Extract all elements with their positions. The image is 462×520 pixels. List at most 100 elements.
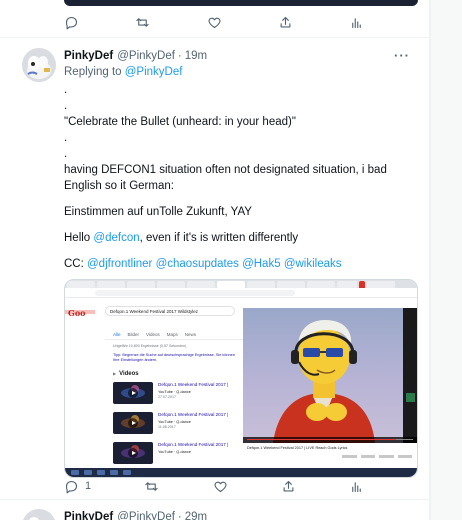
header-separator: · [177,50,182,62]
serp-tab: Videos [146,332,160,337]
video-title: Defqon.1 Weekend Festival 2017 | [158,412,229,417]
retweet-button[interactable] [144,476,159,496]
mention-link[interactable]: @chaosupdates [156,258,239,270]
retweet-icon [136,17,149,27]
video-thumbnail [113,382,153,404]
browser-tab-strip [65,280,417,288]
serp-tab: Bilder [127,332,140,337]
like-icon [207,17,221,28]
video-date: 11.08.2017 [158,425,176,429]
video-result: Defqon.1 Weekend Festival 2017 | YouTube… [113,412,241,436]
text-line: . [64,84,68,96]
video-result: Defqon.1 Weekend Festival 2017 | YouTube… [113,442,241,466]
user-handle[interactable]: @PinkyDef [117,48,175,64]
mention-link[interactable]: @wikileaks [284,258,342,270]
play-icon [128,418,138,428]
serp-tab: News [184,332,196,337]
tweet-timestamp[interactable]: 19m [185,48,207,64]
search-tip: Tipp: Begrenze die Suche auf deutschspra… [113,353,235,362]
text-fragment: Hello [64,232,94,244]
like-button[interactable] [213,476,228,496]
player-info: Defqon.1 Weekend Festival 2017 | LIVE Re… [243,443,417,470]
avatar-image [22,48,56,82]
right-sidebar-gutter [430,0,462,520]
reply-button[interactable]: 1 [64,476,91,496]
text-line: Einstimmen auf unTolle Zukunft, YAY [64,206,252,218]
replying-to: Replying to @PinkyDef [64,64,420,80]
share-button[interactable] [278,12,293,32]
reply-icon [65,480,78,493]
video-source: YouTube · Q-dance [158,390,191,394]
tweet-media-image[interactable]: Goo Defqon.1 Weekend Festival 2017 Wilds… [64,279,418,478]
video-thumbnail [113,442,153,464]
analytics-button[interactable] [349,476,364,496]
analytics-icon [352,17,361,28]
reply-count: 1 [85,480,92,492]
play-icon [128,448,138,458]
mention-link[interactable]: @Hak5 [242,258,281,270]
avatar[interactable] [22,509,56,520]
video-title: Defqon.1 Weekend Festival 2017 | [158,442,229,447]
text-line: "Celebrate the Bullet (unheard: in your … [64,116,296,128]
text-line: CC: @djfrontliner @chaosupdates @Hak5 @w… [64,256,420,272]
result-stats: Ungefähr 10.800 Ergebnisse (0,57 Sekunde… [113,344,187,348]
serp-tab: Alle [113,332,121,337]
search-query-box: Defqon.1 Weekend Festival 2017 Wildstyle… [105,306,235,316]
avatar-image [22,509,56,520]
like-button[interactable] [207,12,222,32]
text-line: . [64,148,68,160]
text-line: . [64,100,68,112]
reply-icon [65,16,78,29]
text-line: having DEFCON1 situation often not desig… [64,164,387,192]
player-caption: Defqon.1 Weekend Festival 2017 | LIVE Re… [247,446,348,450]
search-logo: Goo [68,308,86,318]
text-line: . [64,132,68,144]
tweet-actions: 1 [64,476,364,496]
mention-link[interactable]: @defcon [93,232,139,244]
tweet[interactable]: PinkyDef @PinkyDef · 19m ··· Replying to… [0,38,429,500]
share-icon [283,480,294,491]
share-icon [280,16,291,27]
retweet-button[interactable] [135,12,150,32]
player-progress [247,439,397,440]
mention-link[interactable]: @djfrontliner [87,258,152,270]
video-player [243,308,417,443]
video-result: Defqon.1 Weekend Festival 2017 | YouTube… [113,382,241,406]
like-icon [214,481,227,492]
retweet-icon [145,481,159,491]
tweet-header: PinkyDef @PinkyDef · 29m [64,509,207,520]
previous-tweet-media[interactable] [64,0,418,6]
more-options-button[interactable]: ··· [394,48,410,63]
display-name[interactable]: PinkyDef [64,509,113,520]
avatar[interactable] [22,48,56,82]
analytics-icon [352,481,361,492]
replying-to-handle[interactable]: @PinkyDef [125,66,183,78]
analytics-button[interactable] [349,12,364,32]
browser-address-bar [65,288,417,298]
tweet-timestamp[interactable]: 29m [185,509,207,520]
play-icon [128,388,138,398]
replying-to-label: Replying to [64,66,122,78]
reply-button[interactable] [64,12,79,32]
tweet-body: PinkyDef @PinkyDef · 19m ··· Replying to… [64,48,420,478]
text-fragment: , even if it's is written differently [139,232,299,244]
timeline-column: PinkyDef @PinkyDef · 19m ··· Replying to… [0,0,430,520]
header-separator: · [177,511,182,520]
share-button[interactable] [281,476,296,496]
search-results-pane: Goo Defqon.1 Weekend Festival 2017 Wilds… [65,298,243,470]
video-source: YouTube · Q-dance [158,420,191,424]
serp-tab: Maps [166,332,178,337]
video-thumbnail [113,412,153,434]
tweet-header: PinkyDef @PinkyDef · 19m [64,48,420,64]
video-date: 27.07.2017 [158,395,176,399]
text-line: Hello @defcon, even if it's is written d… [64,230,420,246]
previous-tweet [0,0,429,38]
video-title: Defqon.1 Weekend Festival 2017 | [158,382,229,387]
next-tweet[interactable]: PinkyDef @PinkyDef · 29m [0,500,429,520]
cartoon-character-frame [273,320,375,443]
tweet-text: . . "Celebrate the Bullet (unheard: in y… [64,82,420,272]
text-fragment: CC: [64,258,87,270]
user-handle[interactable]: @PinkyDef [117,509,175,520]
display-name[interactable]: PinkyDef [64,48,113,64]
previous-tweet-actions [64,12,364,32]
